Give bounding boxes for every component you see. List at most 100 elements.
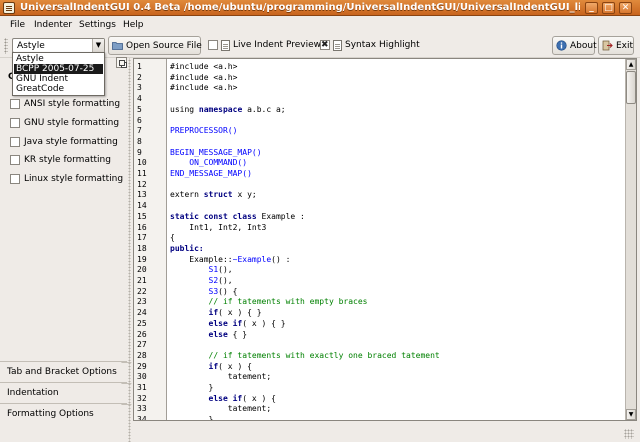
scroll-up-icon[interactable]: ▲ (626, 59, 636, 70)
code-line[interactable]: extern struct x y; (170, 189, 257, 200)
indenter-option-gnu-indent[interactable]: GNU Indent (14, 74, 103, 84)
chevron-down-icon[interactable]: ▼ (92, 39, 104, 52)
close-button[interactable]: ✕ (619, 2, 632, 14)
line-number: 8 (137, 137, 142, 146)
line-number: 7 (137, 126, 142, 135)
code-token: (), (218, 265, 233, 274)
code-token: if (208, 362, 219, 371)
document-icon (333, 40, 342, 51)
java-style-label[interactable]: Java style formatting (24, 136, 118, 148)
ansi-style-label[interactable]: ANSI style formatting (24, 98, 120, 110)
syntax-highlight-checkbox[interactable] (320, 39, 330, 51)
line-number: 11 (137, 169, 147, 178)
menu-settings[interactable]: Settings (79, 19, 116, 31)
kr-style-checkbox[interactable] (10, 155, 20, 165)
line-number: 18 (137, 244, 147, 253)
tab-formatting-options[interactable]: Formatting Options (0, 403, 127, 424)
ansi-style-checkbox[interactable] (10, 99, 20, 109)
app-icon[interactable] (3, 2, 15, 14)
code-line[interactable]: tatement; (170, 371, 271, 382)
code-line[interactable]: if( x ) { } (170, 307, 262, 318)
about-button[interactable]: About (552, 36, 597, 55)
code-line[interactable]: #include <a.h> (170, 61, 237, 72)
indenter-option-bcpp[interactable]: BCPP 2005-07-25 (14, 64, 103, 74)
code-line[interactable]: S2(), (170, 275, 233, 286)
code-token: PREPROCESSOR() (170, 126, 238, 135)
code-line[interactable]: public: (170, 243, 204, 254)
menu-indenter[interactable]: Indenter (34, 19, 72, 31)
code-line[interactable]: END_MESSAGE_MAP() (170, 168, 252, 179)
about-label: About (570, 41, 597, 51)
scroll-down-icon[interactable]: ▼ (626, 409, 636, 420)
line-number: 10 (137, 158, 147, 167)
gnu-style-checkbox[interactable] (10, 118, 20, 128)
code-line[interactable]: else if( x ) { } (170, 318, 286, 329)
code-token: Example:: (170, 255, 233, 264)
resize-grip-icon[interactable] (624, 429, 634, 439)
toolbar-grip[interactable] (4, 38, 8, 54)
line-number: 27 (137, 340, 147, 349)
linux-style-checkbox[interactable] (10, 174, 20, 184)
indenter-select[interactable]: Astyle ▼ (12, 38, 105, 53)
line-number: 14 (137, 201, 147, 210)
code-line[interactable]: S1(), (170, 264, 233, 275)
title-bar[interactable]: UniversalIndentGUI 0.4 Beta /home/ubuntu… (0, 0, 640, 16)
code-line[interactable]: static const class Example : (170, 211, 305, 222)
code-line[interactable]: } (170, 382, 214, 393)
code-token: S3 (208, 287, 219, 296)
tab-tab-and-bracket-options[interactable]: Tab and Bracket Options (0, 361, 127, 382)
code-token: a.b.c a; (242, 105, 286, 114)
maximize-button[interactable]: □ (602, 2, 615, 14)
source-code-editor[interactable]: 1 2 3 4 5 6 7 8 9 10 11 12 13 14 15 16 17 18 19 20 21 22 23 24 2… (133, 58, 637, 421)
code-token: else if (208, 319, 243, 328)
panel-splitter[interactable] (127, 58, 132, 442)
scrollbar-thumb[interactable] (626, 71, 636, 104)
live-indent-preview-label[interactable]: Live Indent Preview (233, 39, 321, 51)
code-line[interactable]: ON_COMMAND() (170, 157, 247, 168)
code-line[interactable]: } (170, 414, 214, 420)
code-token: BEGIN_MESSAGE_MAP() (170, 148, 262, 157)
indenter-option-astyle[interactable]: Astyle (14, 54, 103, 64)
live-indent-preview-checkbox[interactable] (208, 40, 218, 50)
code-line[interactable]: { (170, 232, 175, 243)
menu-file[interactable]: File (10, 19, 25, 31)
indenter-option-greatcode[interactable]: GreatCode (14, 84, 103, 94)
menu-help[interactable]: Help (123, 19, 144, 31)
syntax-highlight-label[interactable]: Syntax Highlight (345, 39, 420, 51)
open-source-file-label: Open Source File (126, 41, 202, 51)
vertical-scrollbar[interactable]: ▲ ▼ (625, 59, 636, 420)
code-line[interactable]: tatement; (170, 403, 271, 414)
line-number: 20 (137, 265, 147, 274)
code-token: } (170, 383, 214, 392)
gnu-style-label[interactable]: GNU style formatting (24, 117, 119, 129)
code-token: () { (218, 287, 238, 296)
code-line[interactable]: PREPROCESSOR() (170, 125, 237, 136)
tab-indentation[interactable]: Indentation (0, 382, 127, 403)
code-token: tatement; (170, 372, 272, 381)
linux-style-label[interactable]: Linux style formatting (24, 173, 123, 185)
code-line[interactable]: #include <a.h> (170, 82, 237, 93)
line-number: 4 (137, 94, 142, 103)
document-icon (221, 40, 230, 51)
exit-button[interactable]: Exit (598, 36, 634, 55)
minimize-button[interactable]: _ (585, 2, 598, 14)
line-number: 21 (137, 276, 147, 285)
code-line[interactable]: Int1, Int2, Int3 (170, 222, 266, 233)
line-number: 25 (137, 319, 147, 328)
float-panel-icon[interactable] (116, 57, 127, 68)
indenter-dropdown-list[interactable]: Astyle BCPP 2005-07-25 GNU Indent GreatC… (12, 52, 105, 96)
code-line[interactable]: // if tatements with empty braces (170, 296, 368, 307)
line-number: 17 (137, 233, 147, 242)
code-line[interactable]: using namespace a.b.c a; (170, 104, 286, 115)
open-source-file-button[interactable]: Open Source File (108, 36, 202, 55)
kr-style-label[interactable]: KR style formatting (24, 154, 111, 166)
code-token: if (208, 308, 219, 317)
indenter-select-value: Astyle (17, 41, 45, 51)
code-line[interactable]: else { } (170, 329, 248, 340)
java-style-checkbox[interactable] (10, 137, 20, 147)
code-token: ( x ) { } (218, 308, 262, 317)
code-line[interactable]: // if tatements with exactly one braced … (170, 350, 440, 361)
